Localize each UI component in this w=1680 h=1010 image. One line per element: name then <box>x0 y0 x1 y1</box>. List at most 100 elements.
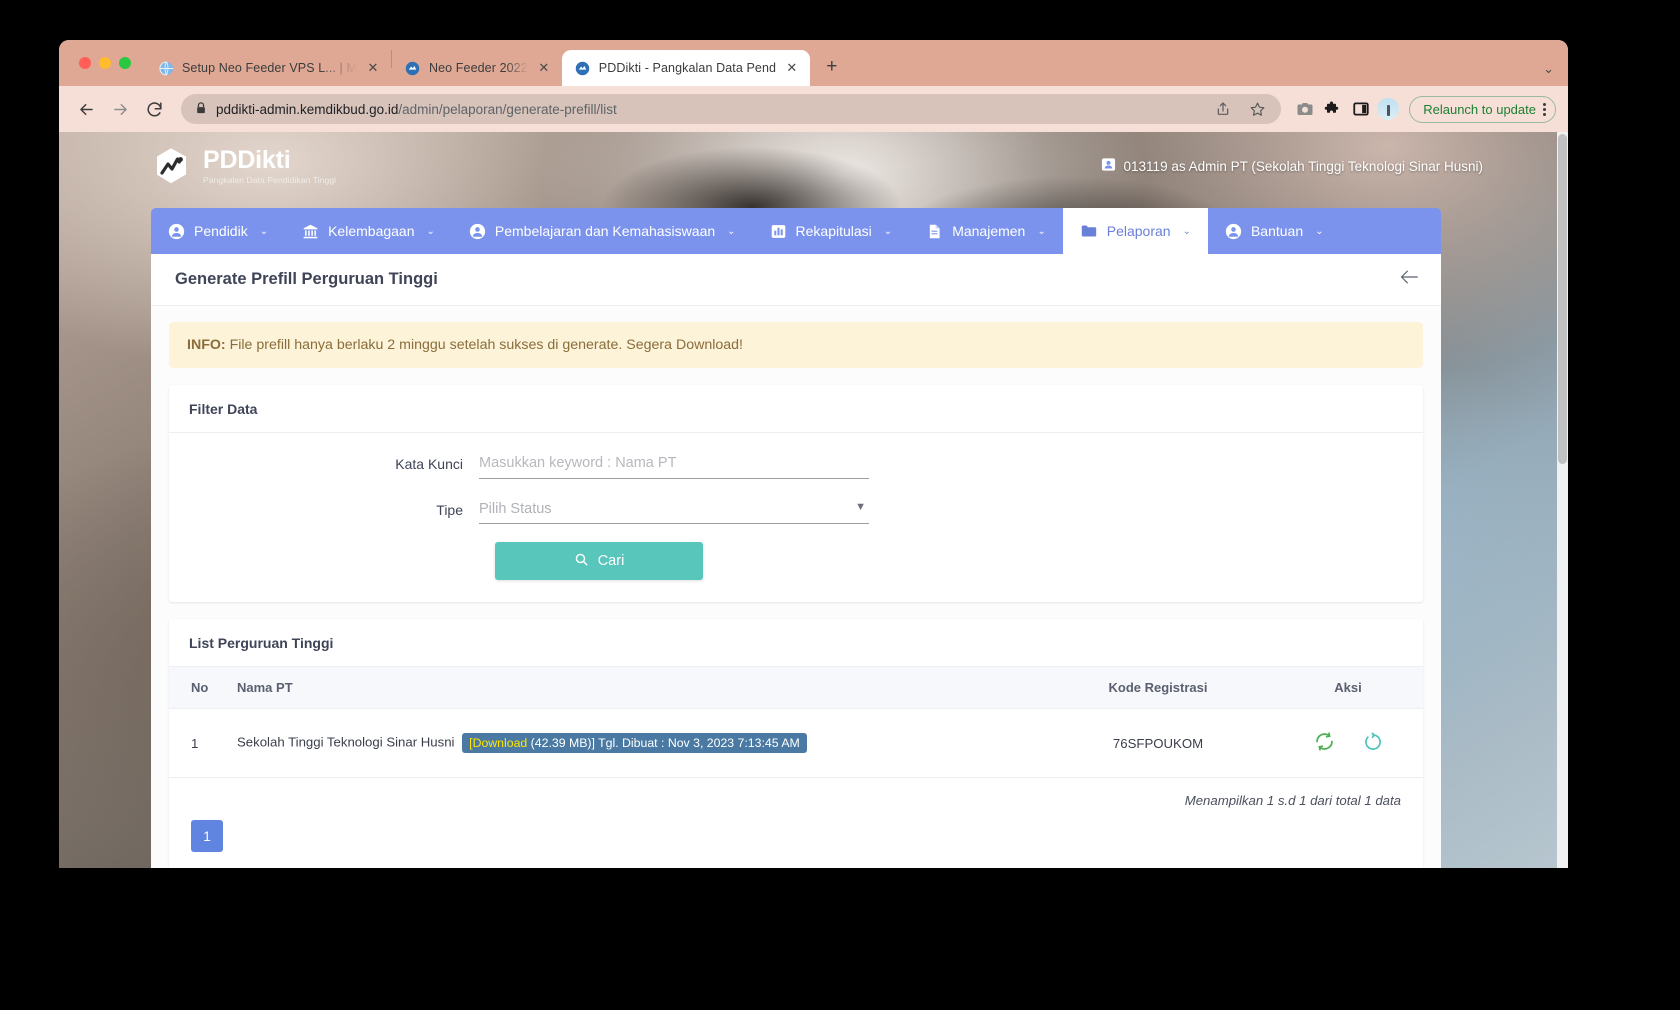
tab-search-chevron-down-icon[interactable]: ⌄ <box>1543 61 1554 77</box>
folder-icon <box>1080 222 1098 240</box>
close-tab-1-icon[interactable]: ✕ <box>365 60 381 76</box>
kata-kunci-field <box>479 451 869 479</box>
page-button-1[interactable]: 1 <box>191 820 223 852</box>
forward-icon[interactable] <box>105 94 135 124</box>
address-bar[interactable]: pddikti-admin.kemdikbud.go.id/admin/pela… <box>181 94 1282 124</box>
maximize-window-button[interactable] <box>119 57 131 69</box>
download-badge[interactable]: [Download (42.39 MB)] Tgl. Dibuat : Nov … <box>462 733 807 753</box>
extensions-puzzle-icon[interactable] <box>1321 97 1345 121</box>
nav-item-rekapitulasi-label: Rekapitulasi <box>795 223 872 239</box>
nav-item-pelaporan[interactable]: Pelaporan ⌄ <box>1062 208 1208 254</box>
profile-avatar-icon[interactable] <box>1377 98 1400 120</box>
chevron-down-icon[interactable]: ⌄ <box>1183 226 1191 237</box>
nav-item-kelembagaan[interactable]: Kelembagaan ⌄ <box>285 208 452 254</box>
nav-item-pendidik-label: Pendidik <box>194 223 248 239</box>
address-bar-url: pddikti-admin.kemdikbud.go.id/admin/pela… <box>216 101 617 117</box>
pt-name-text: Sekolah Tinggi Teknologi Sinar Husni <box>237 734 455 750</box>
chevron-down-icon[interactable]: ⌄ <box>884 226 892 237</box>
cari-button-label: Cari <box>597 553 625 569</box>
arrow-left-icon[interactable] <box>1399 269 1419 290</box>
chevron-down-icon[interactable]: ▼ <box>855 501 866 513</box>
cell-aksi <box>1273 708 1423 778</box>
nav-item-bantuan-label: Bantuan <box>1250 223 1304 239</box>
page-scrollbar-thumb[interactable] <box>1558 134 1567 464</box>
person-icon <box>469 223 486 240</box>
chevron-down-icon[interactable]: ⌄ <box>727 226 735 237</box>
reload-icon[interactable] <box>139 94 169 124</box>
pddikti-icon <box>405 60 421 76</box>
window-traffic-lights <box>71 40 145 86</box>
chrome-menu-icon[interactable] <box>1543 102 1546 116</box>
site-header: PDDikti Pangkalan Data Pendidikan Tinggi… <box>59 132 1509 200</box>
chevron-down-icon[interactable]: ⌄ <box>1315 226 1323 237</box>
cell-no: 1 <box>169 708 227 778</box>
column-header-nama-pt: Nama PT <box>227 667 1043 709</box>
bar-chart-icon <box>770 223 787 240</box>
chevron-down-icon[interactable]: ⌄ <box>1037 226 1045 237</box>
download-link[interactable]: [Download <box>469 736 527 750</box>
nav-item-manajemen-label: Manajemen <box>952 223 1026 239</box>
person-icon <box>168 223 185 240</box>
current-user-info[interactable]: 013119 as Admin PT (Sekolah Tinggi Tekno… <box>1101 157 1483 175</box>
nav-item-kelembagaan-label: Kelembagaan <box>328 223 415 239</box>
new-tab-button[interactable]: + <box>818 53 846 81</box>
pddikti-icon <box>575 60 591 76</box>
screenshot-icon[interactable] <box>1293 97 1317 121</box>
refresh-status-icon[interactable] <box>1363 732 1383 755</box>
pddikti-mark-icon <box>151 143 193 189</box>
tipe-field: Pilih Status ▼ <box>479 497 869 524</box>
nav-item-rekapitulasi[interactable]: Rekapitulasi ⌄ <box>753 208 910 254</box>
nav-item-pendidik[interactable]: Pendidik ⌄ <box>151 208 285 254</box>
side-panel-icon[interactable] <box>1349 97 1373 121</box>
download-badge-meta: (42.39 MB)] Tgl. Dibuat : Nov 3, 2023 7:… <box>527 736 800 750</box>
relaunch-to-update-button[interactable]: Relaunch to update <box>1409 95 1556 123</box>
chevron-down-icon[interactable]: ⌄ <box>427 226 435 237</box>
page-scrollbar[interactable] <box>1557 132 1568 868</box>
table-header-row: No Nama PT Kode Registrasi Aksi <box>169 667 1423 709</box>
browser-tab-3[interactable]: PDDikti - Pangkalan Data Pend ✕ <box>561 50 810 86</box>
kata-kunci-input[interactable] <box>479 451 869 479</box>
relaunch-label: Relaunch to update <box>1423 101 1536 117</box>
table-row: 1 Sekolah Tinggi Teknologi Sinar Husni [… <box>169 708 1423 778</box>
kata-kunci-label: Kata Kunci <box>395 456 463 472</box>
browser-tab-1[interactable]: Setup Neo Feeder VPS L... | M ✕ <box>145 50 391 86</box>
nav-item-manajemen[interactable]: Manajemen ⌄ <box>909 208 1063 254</box>
close-tab-2-icon[interactable]: ✕ <box>536 60 552 76</box>
tipe-row: Tipe Pilih Status ▼ <box>189 497 1403 524</box>
back-icon[interactable] <box>71 94 101 124</box>
nav-item-pelaporan-label: Pelaporan <box>1106 223 1171 239</box>
nav-item-pembelajaran[interactable]: Pembelajaran dan Kemahasiswaan ⌄ <box>452 208 753 254</box>
search-icon <box>574 552 589 571</box>
brand-title: PDDikti <box>203 145 291 174</box>
browser-window: Setup Neo Feeder VPS L... | M ✕ Neo Feed… <box>59 40 1568 868</box>
tipe-select[interactable]: Pilih Status <box>479 497 869 524</box>
browser-tab-3-title: PDDikti - Pangkalan Data Pend <box>598 61 776 75</box>
page-content-card: Generate Prefill Perguruan Tinggi INFO: … <box>151 254 1441 868</box>
share-icon[interactable] <box>1211 97 1235 121</box>
lock-icon <box>195 101 207 118</box>
column-header-kode-registrasi: Kode Registrasi <box>1043 667 1273 709</box>
cell-nama-pt: Sekolah Tinggi Teknologi Sinar Husni [Do… <box>227 708 1043 778</box>
pddikti-logo[interactable]: PDDikti Pangkalan Data Pendidikan Tinggi <box>151 143 336 189</box>
regenerate-sync-icon[interactable] <box>1314 731 1335 755</box>
browser-tab-2-title: Neo Feeder 2022 <box>428 61 528 75</box>
list-perguruan-tinggi-card: List Perguruan Tinggi No Nama PT Kode Re… <box>169 619 1423 868</box>
cari-button[interactable]: Cari <box>495 542 703 580</box>
filter-data-card-title: Filter Data <box>169 385 1423 433</box>
minimize-window-button[interactable] <box>99 57 111 69</box>
action-icon-group <box>1314 731 1383 755</box>
browser-tab-2[interactable]: Neo Feeder 2022 ✕ <box>392 50 562 86</box>
brand-text-block: PDDikti Pangkalan Data Pendidikan Tinggi <box>203 145 336 185</box>
chevron-down-icon[interactable]: ⌄ <box>260 226 268 237</box>
page-title-bar: Generate Prefill Perguruan Tinggi <box>151 254 1441 306</box>
column-header-no: No <box>169 667 227 709</box>
close-window-button[interactable] <box>79 57 91 69</box>
perguruan-tinggi-table: No Nama PT Kode Registrasi Aksi 1 Sekola… <box>169 667 1423 778</box>
page-title: Generate Prefill Perguruan Tinggi <box>175 270 438 288</box>
bookmark-star-icon[interactable] <box>1245 97 1269 121</box>
nav-item-bantuan[interactable]: Bantuan ⌄ <box>1208 208 1341 254</box>
close-tab-3-icon[interactable]: ✕ <box>784 60 800 76</box>
bank-icon <box>302 223 319 240</box>
browser-toolbar: pddikti-admin.kemdikbud.go.id/admin/pela… <box>59 86 1568 132</box>
table-footer: Menampilkan 1 s.d 1 dari total 1 data <box>169 778 1423 808</box>
